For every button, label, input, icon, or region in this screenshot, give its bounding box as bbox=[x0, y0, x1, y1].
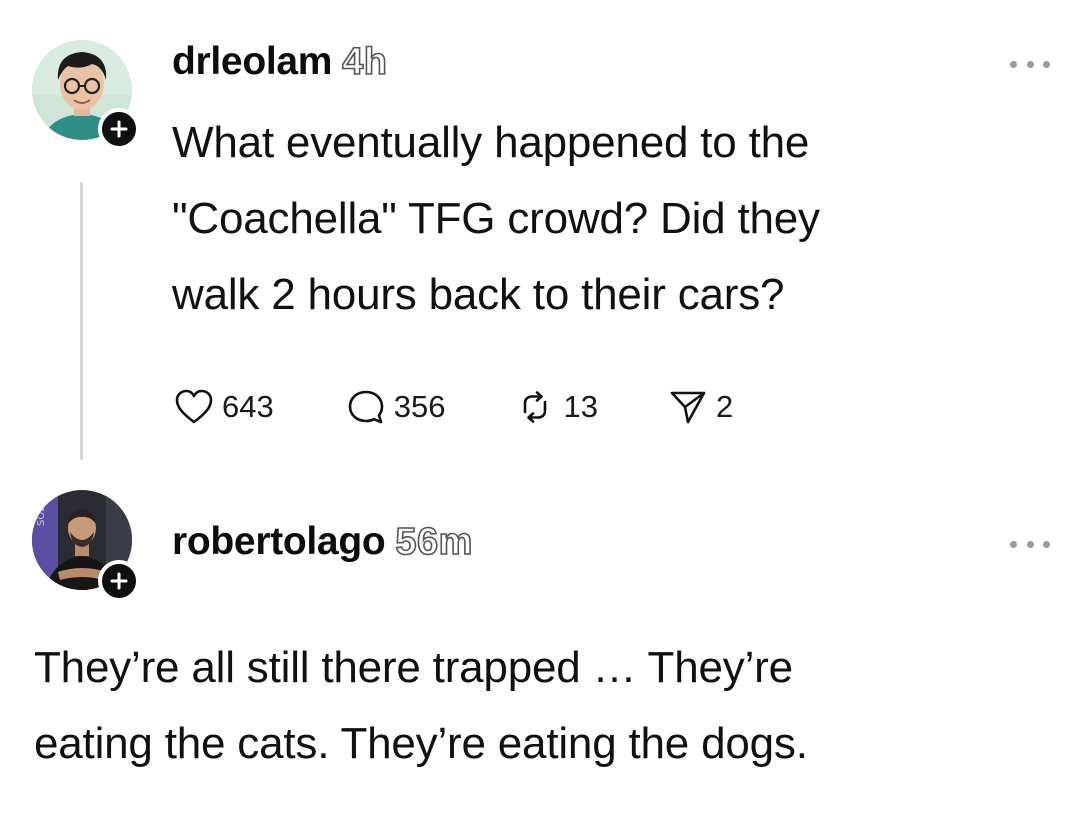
reply-count: 356 bbox=[393, 389, 446, 424]
plus-icon bbox=[110, 572, 128, 590]
share-count: 2 bbox=[715, 389, 734, 424]
repost-count: 13 bbox=[563, 389, 598, 424]
repost-arrows-icon bbox=[524, 391, 547, 423]
heart-icon bbox=[175, 389, 213, 424]
post-time: 56m bbox=[395, 520, 474, 564]
post-text: They’re all still there trapped … They’r… bbox=[34, 630, 808, 782]
reply-button[interactable]: 356 bbox=[346, 388, 446, 426]
ellipsis-icon bbox=[1010, 540, 1017, 548]
speech-bubble-icon bbox=[348, 390, 384, 424]
post-text-line: "Coachella" TFG crowd? Did they bbox=[172, 194, 820, 243]
post-header: drleolam 4h bbox=[172, 40, 388, 84]
post-text-line: What eventually happened to the bbox=[172, 118, 810, 167]
post-text: What eventually happened to the "Coachel… bbox=[172, 105, 820, 333]
more-options-button[interactable] bbox=[1010, 58, 1050, 70]
post-actions: 643 356 13 2 bbox=[174, 388, 733, 426]
like-count: 643 bbox=[222, 389, 274, 424]
more-options-button[interactable] bbox=[1010, 538, 1050, 550]
plus-icon bbox=[110, 120, 128, 138]
svg-text:SOL: SOL bbox=[36, 506, 47, 526]
thread-line bbox=[80, 182, 83, 460]
repost-button[interactable]: 13 bbox=[515, 388, 598, 426]
post-text-line: They’re all still there trapped … They’r… bbox=[34, 643, 793, 692]
post-header: robertolago 56m bbox=[172, 520, 473, 564]
follow-badge-robertolago[interactable] bbox=[98, 560, 140, 602]
ellipsis-icon bbox=[1010, 60, 1017, 68]
follow-badge-drleolam[interactable] bbox=[98, 108, 140, 150]
post-text-line: eating the cats. They’re eating the dogs… bbox=[34, 719, 808, 768]
paper-plane-icon bbox=[670, 391, 706, 424]
like-button[interactable]: 643 bbox=[174, 388, 274, 426]
post-text-line: walk 2 hours back to their cars? bbox=[172, 270, 785, 319]
username[interactable]: drleolam bbox=[172, 40, 332, 84]
username[interactable]: robertolago bbox=[172, 520, 386, 564]
post-time: 4h bbox=[341, 40, 388, 84]
share-button[interactable]: 2 bbox=[668, 388, 733, 426]
